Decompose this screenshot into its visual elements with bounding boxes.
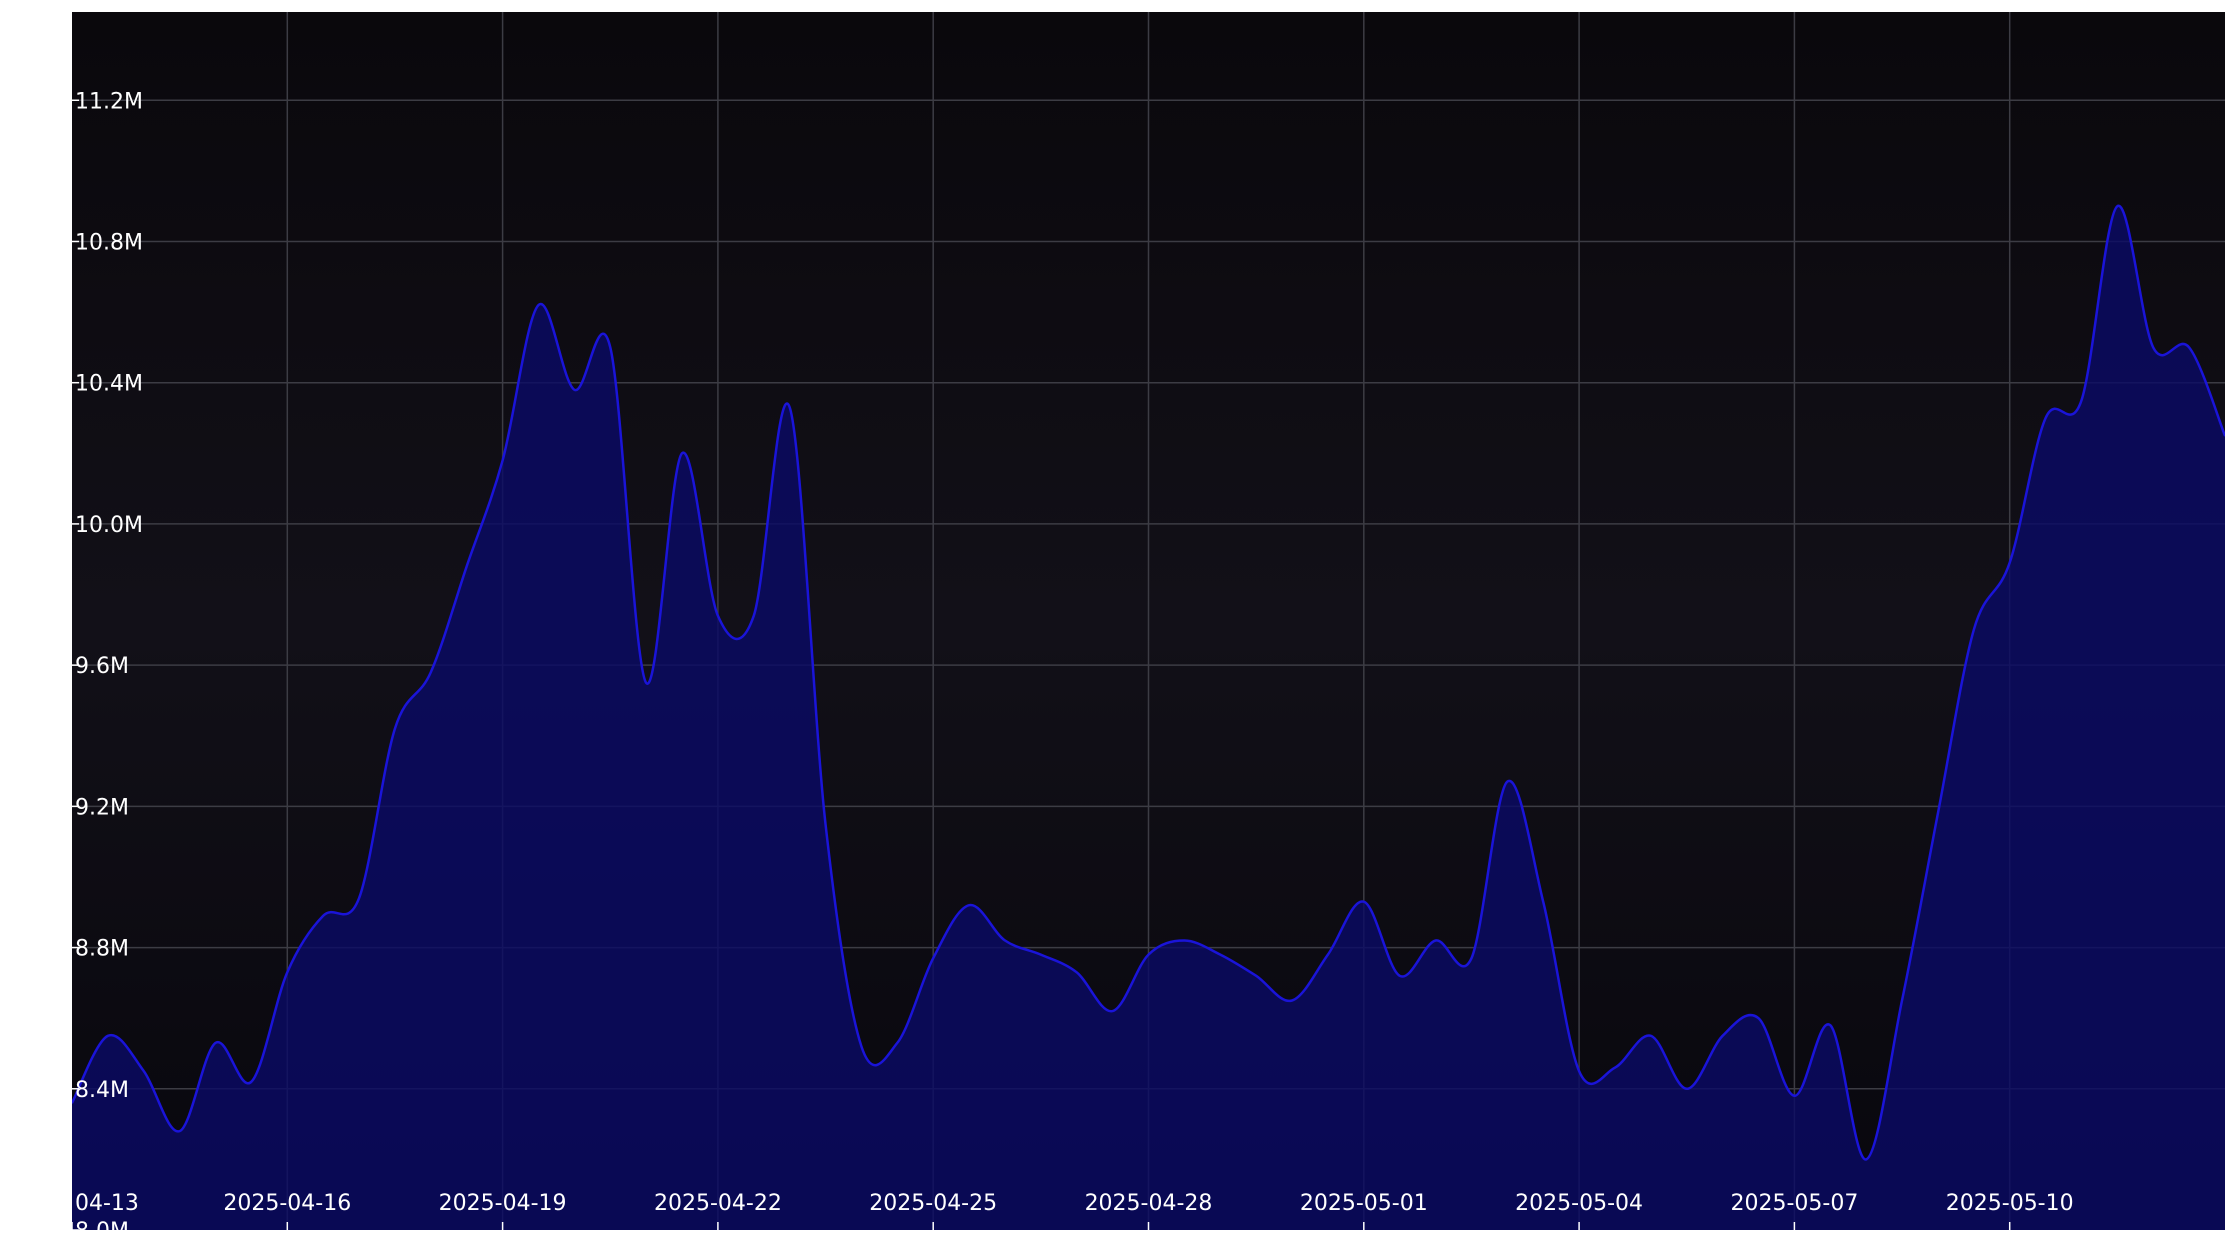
data-point <box>1685 1087 1688 1090</box>
data-point <box>1578 1070 1580 1072</box>
data-point <box>107 1034 109 1037</box>
data-point <box>2044 417 2047 419</box>
y-tick-label: 8.8M <box>75 937 129 962</box>
data-point <box>968 904 970 907</box>
data-point <box>1004 939 1006 942</box>
y-tick-label: 10.0M <box>75 513 143 538</box>
data-point <box>178 1130 181 1132</box>
data-point <box>824 823 827 825</box>
data-point <box>573 388 576 391</box>
data-point <box>1865 1158 1868 1161</box>
x-tick-label: 2025-04-22 <box>654 1191 782 1216</box>
data-point <box>1398 974 1401 977</box>
data-point <box>1255 974 1258 977</box>
data-point <box>1327 953 1329 956</box>
data-point <box>72 1102 73 1104</box>
x-tick-label: 2025-04-16 <box>223 1191 351 1216</box>
x-tick-label: 2025-04-28 <box>1085 1191 1213 1216</box>
y-tick-label: 10.4M <box>75 372 143 397</box>
data-point <box>286 971 289 974</box>
chart: 8.0M 8.4M 8.8M 9.2M 9.6M 10.0M 10.4M 10.8M 11.2M… <box>0 0 2237 1254</box>
data-point <box>2224 434 2225 437</box>
data-point <box>2116 205 2119 208</box>
x-tick-label: 04-13 <box>75 1191 139 1216</box>
data-point <box>214 1042 217 1044</box>
data-point <box>1721 1034 1724 1037</box>
data-point <box>250 1080 253 1083</box>
data-point <box>645 681 647 684</box>
data-point <box>2188 346 2191 349</box>
x-tick-label: 2025-05-04 <box>1515 1191 1643 1216</box>
data-point <box>1039 953 1042 956</box>
data-point <box>1793 1094 1796 1097</box>
data-point <box>2008 561 2011 564</box>
data-point <box>1972 628 1975 631</box>
y-tick-label: 8.4M <box>75 1078 129 1103</box>
data-point <box>1147 953 1150 956</box>
y-tick-label: 8.0M <box>75 1219 129 1244</box>
x-tick-label: 2025-05-07 <box>1730 1191 1858 1216</box>
y-tick-label: 10.8M <box>75 230 143 255</box>
data-point <box>1650 1034 1652 1037</box>
data-point <box>1937 812 1939 815</box>
data-point <box>322 914 325 917</box>
data-point <box>1219 953 1222 956</box>
data-point <box>2152 346 2155 349</box>
x-tick-label: 2025-05-10 <box>1946 1191 2074 1216</box>
y-tick-label: 9.2M <box>75 795 129 820</box>
x-tick-label: 2025-05-01 <box>1300 1191 1428 1216</box>
data-point <box>1291 999 1293 1002</box>
data-point <box>788 406 791 409</box>
data-point <box>1542 900 1545 903</box>
data-point <box>142 1070 145 1072</box>
data-point <box>1829 1024 1832 1027</box>
data-point <box>1506 780 1509 783</box>
data-point <box>860 1045 863 1048</box>
data-point <box>1183 939 1186 942</box>
data-point <box>932 957 935 960</box>
x-tick-label: 2025-04-19 <box>439 1191 567 1216</box>
data-point <box>717 614 719 617</box>
y-tick-label: 11.2M <box>75 89 143 114</box>
data-point <box>1757 1017 1760 1020</box>
data-point <box>1901 999 1903 1002</box>
data-point <box>429 671 432 674</box>
data-point <box>537 304 540 306</box>
data-point <box>2080 399 2083 402</box>
area-chart-svg: 8.0M 8.4M 8.8M 9.2M 9.6M 10.0M 10.4M 10.8M 11.2M… <box>71 12 2225 1244</box>
data-point <box>896 1042 899 1044</box>
data-point <box>1470 957 1473 960</box>
data-point <box>1111 1010 1114 1012</box>
data-point <box>394 727 396 730</box>
data-point <box>1075 971 1078 974</box>
data-point <box>501 459 504 462</box>
data-point <box>1362 900 1365 903</box>
y-tick-label: 9.6M <box>75 654 129 679</box>
data-point <box>681 452 683 455</box>
data-point <box>752 614 755 617</box>
x-tick-label: 2025-04-25 <box>869 1191 997 1216</box>
data-point <box>465 565 468 568</box>
data-point <box>358 897 360 899</box>
data-point <box>609 346 612 349</box>
data-point <box>1434 939 1437 942</box>
data-point <box>1614 1066 1616 1069</box>
